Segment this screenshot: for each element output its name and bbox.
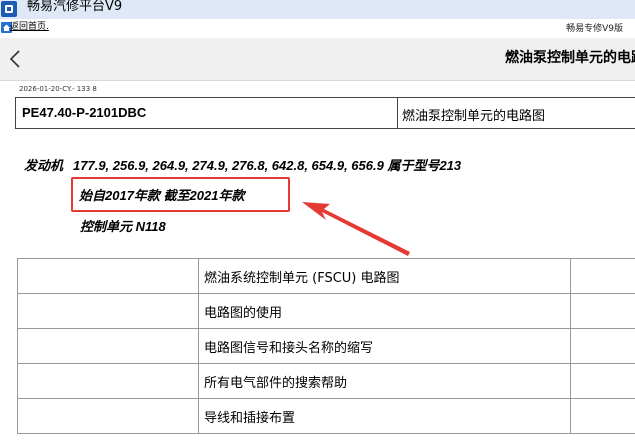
link-fscu-diagram[interactable]: 燃油系统控制单元 (FSCU) 电路图	[198, 258, 571, 294]
title-bar: 畅易汽修平台V9	[0, 0, 635, 19]
app-logo-icon	[1, 1, 17, 17]
table-row: 燃油系统控制单元 (FSCU) 电路图	[17, 258, 635, 294]
year-range: 始自2017年款 截至2021年款	[79, 188, 245, 203]
table-row: 所有电气部件的搜索帮助	[17, 363, 635, 399]
engine-models: 177.9, 256.9, 264.9, 274.9, 276.8, 642.8…	[73, 158, 462, 173]
link-signal-abbreviations[interactable]: 电路图信号和接头名称的缩写	[198, 328, 571, 364]
page-title: 燃油泵控制单元的电路图	[505, 50, 635, 66]
table-cell-empty	[570, 293, 635, 329]
table-row: 电路图信号和接头名称的缩写	[17, 328, 635, 364]
doc-header-table: PE47.40-P-2101DBC 燃油泵控制单元的电路图	[15, 97, 635, 129]
link-component-search[interactable]: 所有电气部件的搜索帮助	[198, 363, 571, 399]
doc-date: 2026-01-20-CY.- 133 8	[19, 85, 97, 93]
doc-divider	[397, 98, 398, 128]
table-cell-empty	[17, 363, 199, 399]
link-diagram-usage[interactable]: 电路图的使用	[198, 293, 571, 329]
back-home-link[interactable]: 返回首页.	[10, 21, 49, 34]
engine-line: 发动机 177.9, 256.9, 264.9, 274.9, 276.8, 64…	[24, 155, 461, 174]
table-cell-empty	[17, 293, 199, 329]
link-bar: 返回首页. 畅易专修V9版	[0, 19, 635, 38]
table-cell-empty	[570, 258, 635, 294]
table-cell-empty	[570, 328, 635, 364]
brand-label: 畅易专修V9版	[566, 24, 623, 34]
window-title: 畅易汽修平台V9	[27, 0, 123, 14]
annotation-arrow-icon	[302, 202, 410, 256]
nav-header: 燃油泵控制单元的电路图	[0, 38, 635, 81]
table-row: 电路图的使用	[17, 293, 635, 329]
table-cell-empty	[17, 258, 199, 294]
doc-code: PE47.40-P-2101DBC	[22, 105, 147, 120]
link-table: 燃油系统控制单元 (FSCU) 电路图 电路图的使用 电路图信号和接头名称的缩写…	[17, 258, 635, 434]
link-wiring-layout[interactable]: 导线和插接布置	[198, 398, 571, 434]
table-cell-empty	[17, 328, 199, 364]
table-cell-empty	[570, 363, 635, 399]
control-unit: 控制单元 N118	[80, 219, 166, 234]
table-cell-empty	[17, 398, 199, 434]
chevron-left-icon[interactable]	[8, 50, 22, 68]
doc-name: 燃油泵控制单元的电路图	[402, 109, 546, 124]
table-cell-empty	[570, 398, 635, 434]
table-row: 导线和插接布置	[17, 398, 635, 434]
engine-label: 发动机	[24, 158, 64, 173]
